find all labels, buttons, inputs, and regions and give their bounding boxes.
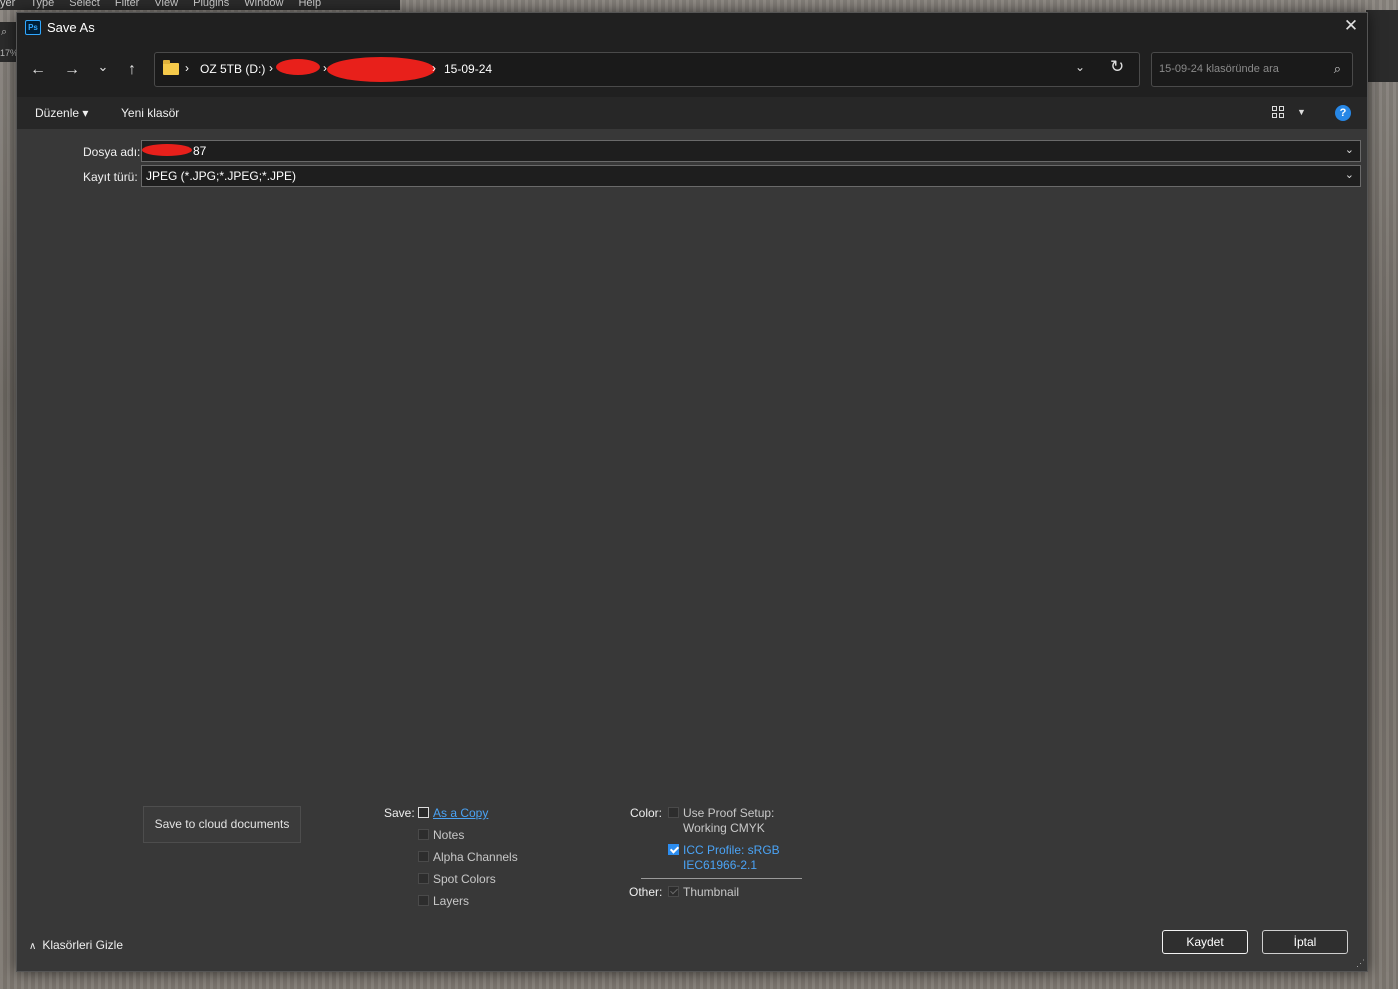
search-input[interactable]: 15-09-24 klasöründe ara ⌕ (1151, 52, 1353, 87)
breadcrumb-current-folder[interactable]: 15-09-24 (444, 62, 492, 76)
filename-dropdown-chevron-icon[interactable]: ⌄ (1345, 143, 1354, 156)
alpha-channels-label[interactable]: Alpha Channels (433, 850, 518, 864)
filetype-value: JPEG (*.JPG;*.JPEG;*.JPE) (146, 169, 297, 183)
menu-filter[interactable]: Filter (115, 0, 139, 9)
notes-checkbox[interactable] (418, 829, 429, 840)
forward-arrow-icon[interactable]: → (59, 57, 85, 83)
filetype-label: Kayıt türü: (83, 170, 138, 184)
thumbnail-label[interactable]: Thumbnail (683, 885, 739, 899)
up-arrow-icon[interactable]: ↑ (119, 57, 145, 83)
command-bar: Düzenle ▾ Yeni klasör ▼ ? (17, 97, 1367, 129)
spot-colors-checkbox[interactable] (418, 873, 429, 884)
color-options-label: Color: (630, 806, 663, 820)
save-as-dialog: Ps Save As ✕ ← → ⌄ ↑ › OZ 5TB (D:) › › ›… (16, 12, 1368, 972)
photoshop-left-toolbar: ⌕ 17% (0, 22, 18, 62)
folder-icon (163, 60, 179, 75)
back-arrow-icon[interactable]: ← (25, 57, 51, 83)
spot-colors-label[interactable]: Spot Colors (433, 872, 496, 886)
hide-folders-button[interactable]: ∧ Klasörleri Gizle (29, 938, 123, 952)
breadcrumb-drive[interactable]: OZ 5TB (D:) (200, 62, 265, 76)
redacted-folder-name[interactable] (327, 57, 435, 82)
breadcrumb-separator[interactable]: › (269, 61, 273, 75)
redacted-filename (142, 144, 192, 156)
refresh-icon[interactable]: ↻ (1110, 57, 1124, 77)
photoshop-menubar: yer Type Select Filter View Plugins Wind… (0, 0, 400, 10)
other-options-label: Other: (629, 885, 663, 899)
new-folder-button[interactable]: Yeni klasör (121, 106, 179, 120)
icc-profile-name: IEC61966-2.1 (683, 858, 758, 872)
notes-label[interactable]: Notes (433, 828, 464, 842)
photoshop-right-panel (1366, 10, 1398, 82)
filetype-select[interactable]: JPEG (*.JPG;*.JPEG;*.JPE) ⌄ (141, 165, 1361, 187)
view-options-caret-icon[interactable]: ▼ (1297, 107, 1306, 117)
as-a-copy-label[interactable]: As a Copy (433, 806, 488, 820)
recent-locations-chevron-icon[interactable]: ⌄ (90, 54, 116, 80)
save-button[interactable]: Kaydet (1162, 930, 1248, 954)
hide-folders-label: Klasörleri Gizle (42, 938, 124, 952)
address-bar[interactable]: › OZ 5TB (D:) › › › 15-09-24 ⌄ ↻ (154, 52, 1140, 87)
close-button[interactable]: ✕ (1335, 13, 1367, 41)
use-proof-setup-checkbox[interactable] (668, 807, 679, 818)
filename-value: 87 (193, 144, 207, 158)
menu-help[interactable]: Help (298, 0, 321, 9)
menu-plugins[interactable]: Plugins (193, 0, 229, 9)
breadcrumb-separator[interactable]: › (185, 61, 189, 75)
zoom-tool-icon[interactable]: ⌕ (1, 26, 7, 39)
filetype-dropdown-chevron-icon[interactable]: ⌄ (1345, 168, 1354, 181)
working-cmyk-label: Working CMYK (683, 821, 765, 835)
menu-view[interactable]: View (154, 0, 178, 9)
search-icon[interactable]: ⌕ (1334, 61, 1341, 77)
menu-select[interactable]: Select (69, 0, 100, 9)
use-proof-setup-label[interactable]: Use Proof Setup: (683, 806, 774, 820)
thumbnail-checkbox[interactable] (668, 886, 679, 897)
save-to-cloud-button[interactable]: Save to cloud documents (143, 806, 301, 843)
save-options-label: Save: (384, 806, 415, 820)
resize-grip-icon[interactable]: ⋰ (1356, 958, 1365, 969)
redacted-folder-name[interactable] (276, 59, 320, 75)
search-placeholder: 15-09-24 klasöründe ara (1159, 63, 1279, 75)
help-icon[interactable]: ? (1335, 105, 1351, 121)
cancel-button[interactable]: İptal (1262, 930, 1348, 954)
dialog-title: Save As (47, 20, 95, 35)
icc-profile-checkbox[interactable] (668, 844, 679, 855)
address-dropdown-chevron-icon[interactable]: ⌄ (1075, 60, 1085, 74)
as-a-copy-checkbox[interactable] (418, 807, 429, 818)
menu-type[interactable]: Type (30, 0, 54, 9)
alpha-channels-checkbox[interactable] (418, 851, 429, 862)
layers-label[interactable]: Layers (433, 894, 469, 908)
chevron-up-icon: ∧ (29, 941, 37, 952)
organize-menu-button[interactable]: Düzenle ▾ (35, 106, 88, 120)
dialog-titlebar[interactable]: Ps Save As ✕ (17, 13, 1367, 41)
photoshop-app-icon: Ps (25, 20, 41, 35)
menu-layer[interactable]: yer (0, 0, 15, 9)
view-options-grid-icon[interactable] (1272, 106, 1286, 120)
options-divider (641, 878, 802, 879)
icc-profile-label[interactable]: ICC Profile: sRGB (683, 843, 780, 857)
filename-field[interactable]: 87 ⌄ (141, 140, 1361, 162)
filename-label: Dosya adı: (83, 145, 141, 159)
layers-checkbox[interactable] (418, 895, 429, 906)
navigation-bar: ← → ⌄ ↑ › OZ 5TB (D:) › › › 15-09-24 ⌄ ↻… (17, 41, 1367, 97)
breadcrumb-separator[interactable]: › (432, 61, 436, 75)
menu-window[interactable]: Window (244, 0, 283, 9)
